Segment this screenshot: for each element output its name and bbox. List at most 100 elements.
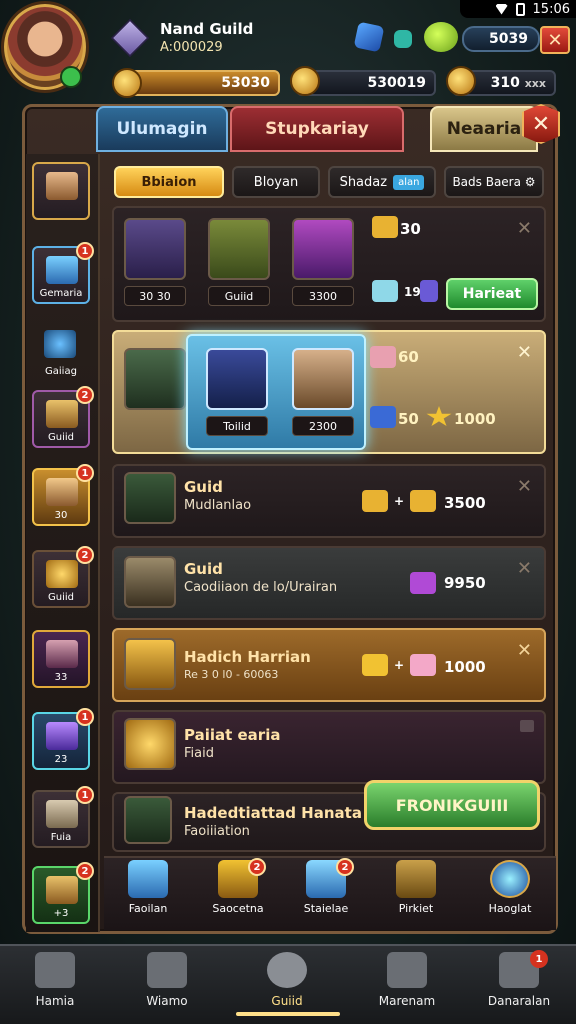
sidebar-slot-gaiiag[interactable]: Gaiiag [32, 322, 90, 380]
dismiss-icon[interactable]: ✕ [517, 218, 532, 239]
feature-label: Pirkiet [398, 902, 434, 915]
nav-wiamo[interactable]: Wiamo [112, 950, 222, 1020]
item-gem-icon[interactable] [292, 218, 354, 280]
filter-3-pill: alan [393, 174, 425, 190]
row-value: 3500 [444, 494, 486, 512]
filter-4-label: Bads Baera [452, 175, 521, 189]
item-tag: 2300 [292, 416, 354, 436]
plus-icon: + [394, 494, 405, 508]
dismiss-icon[interactable]: ✕ [517, 342, 532, 363]
feature-staielae[interactable]: 2 Staielae [294, 858, 358, 928]
row-title: Guid [184, 560, 223, 578]
pink-gem-icon [410, 654, 436, 676]
sidebar-slot-crystal[interactable]: 1 23 [32, 708, 94, 770]
guild-crest-icon [110, 18, 150, 58]
item-scroll-icon[interactable] [208, 218, 270, 280]
row-subtitle: Caodiiaon de lo/Urairan [184, 580, 338, 595]
chat-icon [520, 720, 534, 732]
settings-icon: ⚙ [524, 175, 536, 189]
top-currency-value: 5039 [462, 26, 540, 52]
reward-value: 30 [400, 220, 421, 238]
feature-faoilan[interactable]: Faoilan [116, 860, 180, 928]
gem-icon [353, 21, 385, 53]
row-title: Paiiat earia [184, 726, 281, 744]
dismiss-icon[interactable]: ✕ [517, 476, 532, 497]
row-item-icon [124, 472, 176, 524]
chest-icon [46, 876, 78, 904]
sidebar-slot-guiid-2[interactable]: 2 Guiid [32, 546, 94, 608]
blue-gem-icon [370, 406, 396, 428]
feature-label: Haoglat [488, 902, 532, 915]
nav-label: Wiamo [146, 994, 188, 1008]
primary-action-button[interactable]: FRONIKGUIII [364, 780, 540, 830]
sidebar-slot-label: Guiid [48, 432, 74, 443]
nav-label: Danaralan [487, 994, 551, 1008]
coin-icon [112, 68, 142, 98]
row-subtitle: Faoiiiation [184, 824, 250, 839]
item-tag: 3300 [292, 286, 354, 306]
nav-active-indicator [236, 1012, 340, 1016]
dismiss-icon[interactable]: ✕ [517, 558, 532, 579]
nav-label: Marenam [378, 994, 436, 1008]
item-hero-icon[interactable] [124, 348, 186, 410]
wifi-icon [495, 3, 508, 15]
battery-icon [515, 2, 525, 16]
reward-value: 1000 [454, 410, 496, 428]
sidebar-slot-gemaria[interactable]: 1 Gemaria [32, 242, 94, 304]
sidebar-slot-label: 23 [54, 754, 68, 765]
sidebar-slot-hero-2[interactable]: 1 30 [32, 464, 94, 526]
sidebar-slot-chest[interactable]: 2 +3 [32, 862, 94, 924]
row-value: 9950 [444, 574, 486, 592]
claim-button[interactable]: Harieat [446, 278, 538, 310]
notification-badge: 2 [76, 862, 94, 880]
notification-badge: 1 [76, 708, 94, 726]
gold-bar-icon [362, 654, 388, 676]
filter-4[interactable]: Bads Baera ⚙ [444, 166, 544, 198]
filter-2[interactable]: Bloyan [232, 166, 320, 198]
gold-bar-icon [362, 490, 388, 512]
filter-3[interactable]: Shadaz alan [328, 166, 436, 198]
anvil-icon [147, 952, 187, 988]
hero-portrait-icon [46, 478, 78, 506]
nav-marenam[interactable]: Marenam [352, 950, 462, 1020]
filter-1[interactable]: Bbiaion [114, 166, 224, 198]
nav-hamia[interactable]: Hamia [0, 950, 110, 1020]
sidebar-slot-label: +3 [53, 908, 69, 919]
tab-2[interactable]: Stupkariay [230, 106, 404, 152]
item-hero-icon[interactable] [124, 218, 186, 280]
panel-close-button[interactable]: ✕ [522, 104, 560, 144]
notification-badge: 1 [76, 786, 94, 804]
close-button[interactable]: ✕ [540, 26, 570, 54]
feature-label: Staielae [303, 902, 349, 915]
sidebar-slot-guiid[interactable]: 2 Guiid [32, 386, 94, 448]
figure-icon [387, 952, 427, 988]
sidebar-slot-label: Fuia [50, 832, 72, 843]
notification-badge: 2 [76, 546, 94, 564]
status-bar: 15:06 [460, 0, 576, 18]
feature-pirkiet[interactable]: Pirkiet [384, 860, 448, 928]
notification-badge: 1 [76, 242, 94, 260]
tab-3[interactable]: Neaaria [430, 106, 538, 152]
sidebar-slot-hero-3[interactable]: 33 [32, 630, 90, 688]
guild-ring-icon [267, 952, 307, 988]
feature-haoglat[interactable]: Haoglat [478, 860, 542, 928]
coin-icon [446, 66, 476, 96]
list-row-6[interactable] [112, 710, 546, 784]
feature-label: Faoilan [128, 902, 168, 915]
tab-1[interactable]: Ulumagin [96, 106, 228, 152]
item-hero-icon[interactable] [292, 348, 354, 410]
coin-icon [124, 718, 176, 770]
resource-3-suffix: xxx [524, 76, 546, 90]
crystal-icon [46, 722, 78, 750]
dismiss-icon[interactable]: ✕ [517, 640, 532, 661]
item-crystal-icon[interactable] [206, 348, 268, 410]
nav-danaralan[interactable]: 1 Danaralan [464, 950, 574, 1020]
sidebar-slot-hero[interactable] [32, 162, 90, 220]
row-item-icon [124, 796, 172, 844]
sidebar-slot-fuia[interactable]: 1 Fuia [32, 786, 94, 848]
nav-guiid[interactable]: Guiid [232, 950, 342, 1020]
sidebar-slot-label: 30 [54, 510, 68, 521]
item-tag: 30 30 [124, 286, 186, 306]
row-title: Guid [184, 478, 223, 496]
feature-saocetna[interactable]: 2 Saocetna [206, 858, 270, 928]
